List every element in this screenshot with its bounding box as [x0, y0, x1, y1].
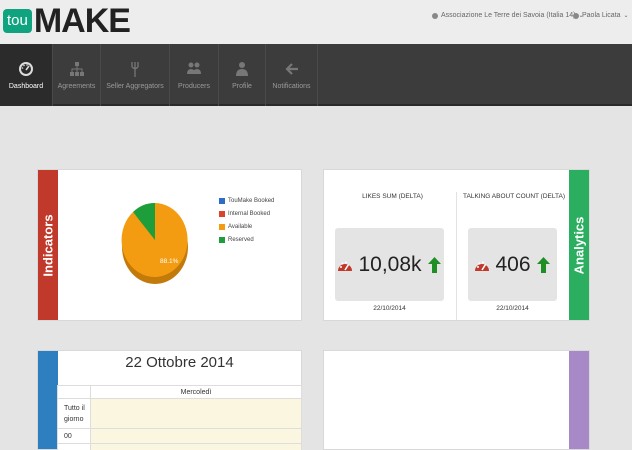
- calendar-row-label: [57, 443, 91, 450]
- indicators-tab: Indicators: [38, 170, 58, 320]
- talking-about-box: 406: [468, 228, 557, 301]
- user-name: Paola Licata: [582, 12, 621, 19]
- main-nav: Dashboard Agreements Seller Aggregators …: [0, 44, 632, 106]
- settings-icon: [432, 12, 438, 19]
- sitemap-icon: [69, 61, 84, 76]
- association-name: Associazione Le Terre dei Savoia (Italia…: [441, 12, 576, 19]
- arrow-left-icon: [284, 62, 298, 75]
- talking-about-date: 22/10/2014: [496, 305, 529, 312]
- calendar-row: [57, 443, 302, 450]
- toumake-logo[interactable]: tou MAKE: [3, 2, 131, 40]
- metrics-divider: [456, 192, 457, 320]
- user-icon: [236, 61, 248, 76]
- calendar-header-row: Mercoledì: [57, 385, 302, 399]
- nav-notifications[interactable]: Notifications: [266, 44, 318, 106]
- arrow-up-icon: [536, 256, 550, 273]
- gauge-icon: [475, 261, 490, 271]
- secondary-tab: [569, 351, 589, 449]
- legend-item: Internal Booked: [219, 210, 274, 217]
- logo-prefix: tou: [3, 9, 32, 33]
- gauge-icon: [19, 61, 33, 76]
- pie-percent-label: 88.1%: [160, 258, 179, 265]
- logo-main: MAKE: [33, 1, 131, 40]
- calendar-slot[interactable]: [90, 428, 302, 444]
- calendar-slot[interactable]: [90, 398, 302, 429]
- legend-swatch: [219, 210, 225, 217]
- users-icon: [187, 62, 201, 74]
- gauge-icon: [338, 261, 353, 271]
- calendar-tab: [38, 351, 58, 449]
- user-icon: [573, 12, 579, 19]
- legend-item: Available: [219, 223, 274, 230]
- legend-label: Internal Booked: [228, 210, 271, 217]
- calendar-row: Tutto il giorno: [57, 398, 302, 429]
- legend-item: Reserved: [219, 236, 274, 243]
- calendar-row: 00: [57, 428, 302, 444]
- talking-about-title: TALKING ABOUT COUNT (DELTA): [463, 193, 565, 200]
- calendar-slot[interactable]: [90, 443, 302, 450]
- analytics-tab-label: Analytics: [571, 216, 587, 274]
- nav-label: Agreements: [57, 82, 96, 90]
- association-menu[interactable]: Associazione Le Terre dei Savoia (Italia…: [432, 12, 584, 19]
- calendar-corner: [57, 385, 91, 399]
- legend-label: Available: [228, 223, 253, 230]
- calendar-row-label: 00: [57, 428, 91, 444]
- nav-producers[interactable]: Producers: [170, 44, 219, 106]
- likes-sum-title: LIKES SUM (DELTA): [362, 193, 423, 200]
- legend-swatch: [219, 236, 225, 243]
- availability-pie-chart: 88.1%: [121, 202, 188, 284]
- likes-sum-box: 10,08k: [335, 228, 444, 301]
- nav-label: Producers: [178, 82, 210, 90]
- calendar-row-label: Tutto il giorno: [57, 398, 91, 429]
- nav-seller-aggregators[interactable]: Seller Aggregators: [101, 44, 170, 106]
- nav-label: Profile: [232, 82, 252, 90]
- legend-item: TouMake Booked: [219, 197, 274, 204]
- nav-label: Seller Aggregators: [106, 82, 164, 90]
- secondary-panel: [323, 350, 590, 450]
- likes-sum-date: 22/10/2014: [373, 305, 406, 312]
- chevron-down-icon: ⌄: [623, 13, 629, 19]
- legend-swatch: [219, 197, 225, 204]
- arrow-up-icon: [427, 256, 441, 273]
- legend-swatch: [219, 223, 225, 230]
- top-bar: tou MAKE Associazione Le Terre dei Savoi…: [0, 0, 632, 44]
- indicators-tab-label: Indicators: [40, 213, 56, 277]
- nav-profile[interactable]: Profile: [219, 44, 266, 106]
- calendar-day-grid: Mercoledì Tutto il giorno 00: [57, 385, 302, 450]
- nav-label: Dashboard: [8, 82, 44, 90]
- talking-about-value: 406: [495, 252, 531, 276]
- nav-dashboard[interactable]: Dashboard: [0, 44, 53, 106]
- likes-sum-value: 10,08k: [358, 252, 422, 276]
- calendar-date-title: 22 Ottobre 2014: [125, 354, 234, 371]
- nav-agreements[interactable]: Agreements: [53, 44, 101, 106]
- nav-label: Notifications: [272, 82, 311, 90]
- user-menu[interactable]: Paola Licata ⌄: [573, 12, 629, 19]
- legend-label: Reserved: [228, 236, 254, 243]
- fork-icon: [131, 61, 139, 77]
- legend-label: TouMake Booked: [228, 197, 275, 204]
- pie-legend: TouMake Booked Internal Booked Available…: [219, 197, 274, 249]
- analytics-tab: Analytics: [569, 170, 589, 320]
- calendar-day-header: Mercoledì: [90, 385, 302, 399]
